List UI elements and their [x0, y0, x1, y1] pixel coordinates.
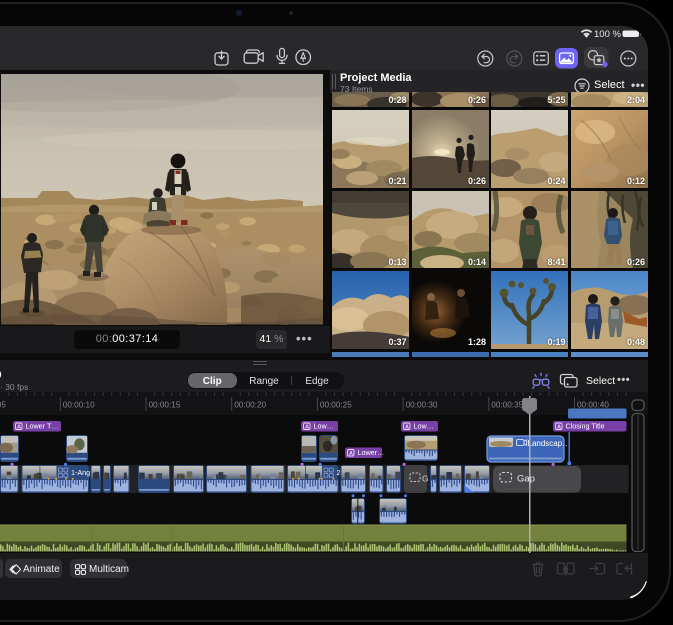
svg-text:Closing Title: Closing Title — [566, 422, 605, 431]
svg-text:Lower T…: Lower T… — [26, 422, 59, 431]
svg-text:Low…: Low… — [414, 422, 434, 431]
svg-text:G: G — [422, 474, 429, 484]
svg-text:00:00:15: 00:00:15 — [149, 401, 181, 410]
svg-text:A: A — [405, 424, 409, 430]
svg-text:00:00:05: 00:00:05 — [0, 401, 6, 410]
svg-text:A: A — [17, 424, 21, 430]
svg-text:00:00:40: 00:00:40 — [577, 401, 609, 410]
svg-text:Low…: Low… — [314, 422, 334, 431]
svg-text:A: A — [349, 451, 353, 457]
svg-text:Landscap…: Landscap… — [528, 439, 571, 448]
svg-text:Gap: Gap — [517, 474, 535, 485]
svg-text:00:00:20: 00:00:20 — [234, 401, 266, 410]
svg-text:A: A — [557, 424, 561, 430]
svg-text:00:00:10: 00:00:10 — [63, 401, 95, 410]
svg-text:00:00:25: 00:00:25 — [320, 401, 352, 410]
svg-text:A: A — [305, 424, 309, 430]
svg-text:00:00:35: 00:00:35 — [491, 401, 523, 410]
svg-text:Lower…: Lower… — [358, 448, 385, 457]
svg-text:00:00:30: 00:00:30 — [406, 401, 438, 410]
